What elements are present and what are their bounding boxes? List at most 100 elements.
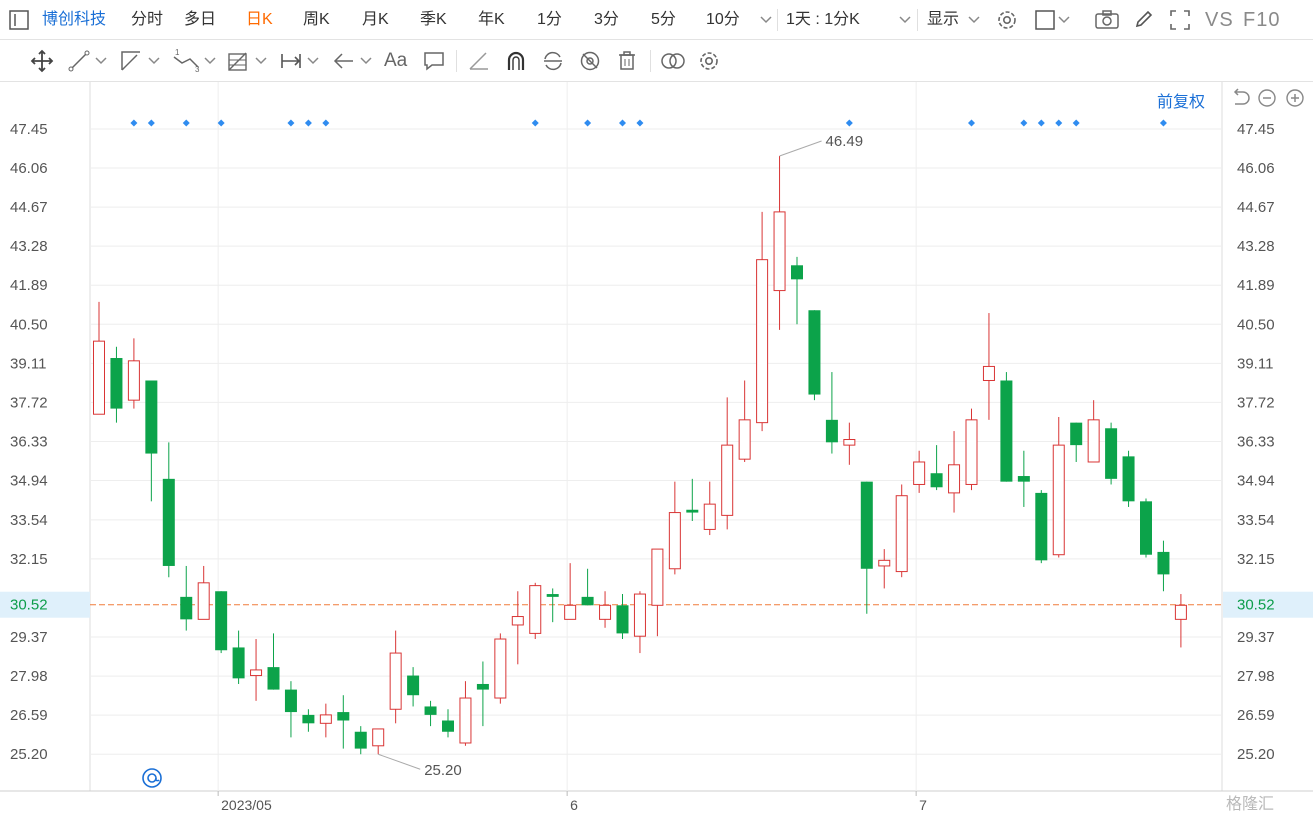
candle-body-up[interactable] bbox=[948, 464, 961, 494]
event-info-icon[interactable] bbox=[141, 766, 163, 790]
candle-body-down[interactable] bbox=[791, 265, 803, 280]
y-tick-label-left: 25.20 bbox=[10, 746, 48, 763]
candle-body-up[interactable] bbox=[459, 697, 472, 744]
event-marker[interactable] bbox=[968, 119, 975, 127]
annotation-leader bbox=[378, 753, 421, 770]
candle-body-up[interactable] bbox=[651, 548, 664, 606]
candle-body-down[interactable] bbox=[180, 596, 193, 620]
candle-body-down[interactable] bbox=[232, 647, 245, 679]
candle-body-up[interactable] bbox=[197, 582, 210, 620]
y-tick-label-right: 26.59 bbox=[1237, 707, 1275, 724]
y-tick-label-right: 44.67 bbox=[1237, 199, 1275, 216]
event-marker[interactable] bbox=[1037, 119, 1045, 127]
candle-body-down[interactable] bbox=[215, 591, 228, 651]
candle-body-up[interactable] bbox=[511, 616, 524, 626]
event-marker[interactable] bbox=[130, 119, 138, 127]
candle-body-up[interactable] bbox=[494, 638, 507, 699]
candle-body-down[interactable] bbox=[808, 310, 821, 395]
candle-body-down[interactable] bbox=[354, 731, 367, 749]
event-marker[interactable] bbox=[531, 119, 539, 127]
y-tick-label-left: 43.28 bbox=[10, 238, 48, 255]
event-marker[interactable] bbox=[1072, 119, 1080, 127]
candle-body-down[interactable] bbox=[860, 481, 873, 569]
candle-body-up[interactable] bbox=[668, 512, 681, 570]
candle-body-down[interactable] bbox=[267, 667, 280, 690]
candle-body-up[interactable] bbox=[982, 365, 995, 381]
y-tick-label-left: 40.50 bbox=[10, 316, 48, 333]
candle-body-up[interactable] bbox=[529, 585, 542, 634]
candle-body-up[interactable] bbox=[738, 419, 751, 460]
candle-body-down[interactable] bbox=[476, 683, 489, 690]
candle-body-up[interactable] bbox=[633, 593, 646, 637]
candle-body-up[interactable] bbox=[1174, 604, 1187, 620]
candle-body-down[interactable] bbox=[581, 596, 594, 606]
candle-body-up[interactable] bbox=[564, 604, 577, 620]
candle-body-down[interactable] bbox=[145, 380, 158, 454]
candle-body-up[interactable] bbox=[965, 419, 978, 485]
candle-body-up[interactable] bbox=[372, 728, 385, 747]
y-tick-label-left: 36.33 bbox=[10, 433, 48, 450]
candle-body-down[interactable] bbox=[337, 712, 350, 721]
candle-body-up[interactable] bbox=[127, 360, 140, 401]
event-marker[interactable] bbox=[147, 119, 155, 127]
candle-body-down[interactable] bbox=[284, 689, 297, 713]
candle-body-down[interactable] bbox=[1105, 428, 1118, 479]
event-marker[interactable] bbox=[304, 119, 312, 127]
candle-body-up[interactable] bbox=[389, 652, 402, 710]
candle-body-down[interactable] bbox=[1000, 380, 1013, 482]
event-marker[interactable] bbox=[1020, 119, 1028, 127]
candle-body-down[interactable] bbox=[1140, 501, 1152, 555]
candle-body-down[interactable] bbox=[616, 605, 629, 634]
candle-body-down[interactable] bbox=[825, 419, 838, 443]
candle-body-up[interactable] bbox=[250, 669, 263, 677]
y-tick-label-right: 27.98 bbox=[1237, 668, 1275, 685]
event-marker[interactable] bbox=[636, 119, 644, 127]
event-marker[interactable] bbox=[1159, 119, 1167, 127]
undo-icon[interactable] bbox=[1229, 86, 1251, 110]
candle-body-down[interactable] bbox=[1070, 422, 1083, 446]
candle-body-down[interactable] bbox=[302, 714, 315, 724]
price-adjust-selector[interactable]: 前复权 bbox=[1157, 88, 1205, 112]
candlestick-chart[interactable]: 47.45 47.45 46.06 46.06 44.67 44.67 43.28 43.28… bbox=[0, 0, 1313, 819]
event-marker[interactable] bbox=[845, 119, 853, 127]
zoom-out-icon[interactable] bbox=[1256, 86, 1278, 110]
candle-body-down[interactable] bbox=[930, 473, 943, 488]
candle-body-down[interactable] bbox=[1122, 456, 1135, 502]
candle-body-up[interactable] bbox=[1087, 419, 1100, 463]
candle-body-up[interactable] bbox=[878, 559, 891, 567]
event-marker[interactable] bbox=[619, 119, 626, 127]
event-marker[interactable] bbox=[322, 119, 330, 127]
x-tick-label: 6 bbox=[570, 797, 578, 813]
candle-body-up[interactable] bbox=[895, 495, 908, 573]
event-marker[interactable] bbox=[182, 119, 190, 127]
y-tick-label-right: 34.94 bbox=[1237, 473, 1275, 490]
event-marker[interactable] bbox=[217, 119, 225, 127]
candle-body-down[interactable] bbox=[686, 509, 699, 513]
candle-body-up[interactable] bbox=[599, 604, 612, 620]
y-tick-label-right: 41.89 bbox=[1237, 277, 1275, 294]
event-marker[interactable] bbox=[1055, 119, 1063, 127]
candle-body-up[interactable] bbox=[721, 444, 734, 516]
candle-body-down[interactable] bbox=[442, 720, 454, 732]
candle-body-down[interactable] bbox=[162, 478, 175, 566]
candle-body-down[interactable] bbox=[1035, 492, 1048, 561]
candle-body-up[interactable] bbox=[319, 714, 332, 724]
candle-body-down[interactable] bbox=[546, 594, 559, 597]
candle-body-up[interactable] bbox=[843, 439, 856, 446]
event-marker[interactable] bbox=[287, 119, 295, 127]
candle-body-up[interactable] bbox=[756, 259, 769, 424]
candle-body-up[interactable] bbox=[773, 211, 786, 292]
y-tick-label-left: 46.06 bbox=[10, 160, 48, 177]
candle-body-up[interactable] bbox=[703, 503, 716, 530]
zoom-in-icon[interactable] bbox=[1284, 86, 1306, 110]
candle-body-down[interactable] bbox=[1017, 476, 1030, 482]
event-marker[interactable] bbox=[584, 119, 592, 127]
candle-body-up[interactable] bbox=[913, 461, 926, 485]
candle-body-down[interactable] bbox=[110, 358, 123, 409]
y-tick-label-right: 47.45 bbox=[1237, 121, 1275, 138]
candle-body-up[interactable] bbox=[1052, 444, 1065, 556]
candle-body-down[interactable] bbox=[407, 675, 420, 696]
candle-body-down[interactable] bbox=[424, 706, 437, 715]
candle-body-up[interactable] bbox=[93, 340, 105, 415]
candle-body-down[interactable] bbox=[1157, 551, 1170, 575]
